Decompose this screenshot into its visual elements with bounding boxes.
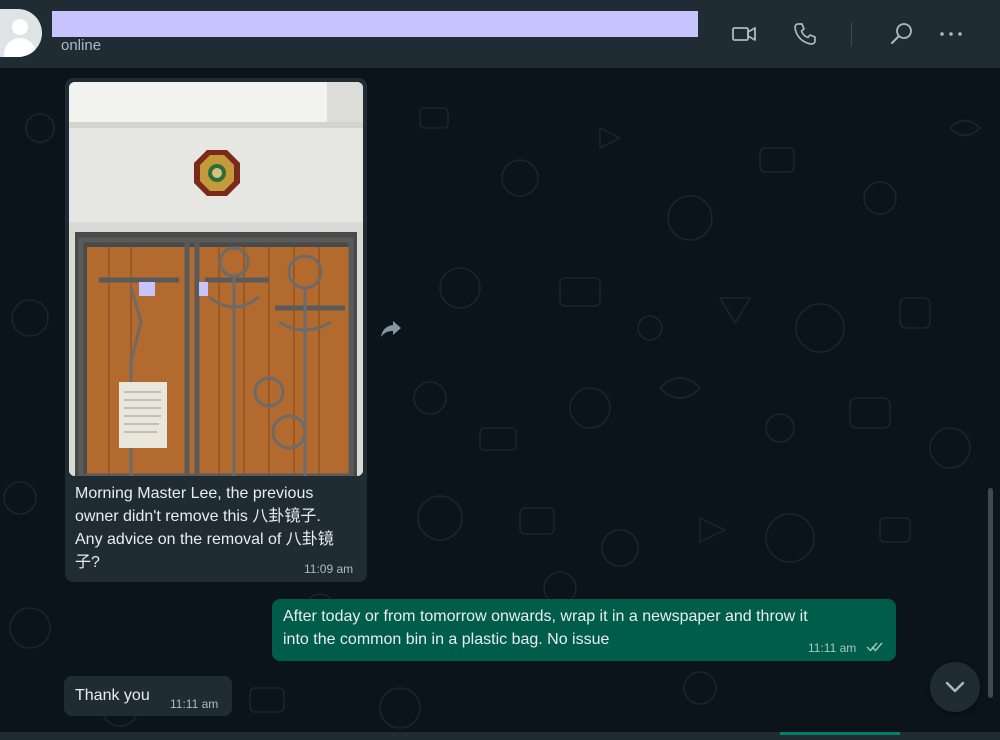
message-line: into the common bin in a plastic bag. No… [283,631,610,648]
message-line: After today or from tomorrow onwards, wr… [283,608,808,625]
message-text: Thank you [75,687,150,704]
avatar-head [12,19,28,35]
caption-line: Any advice on the removal of 八卦镜 [75,531,334,548]
message-photo[interactable] [69,82,363,476]
message-text: After today or from tomorrow onwards, wr… [283,605,883,651]
header-separator [851,22,852,46]
message-time: 11:11 am [808,641,857,655]
avatar-body [4,38,36,57]
outgoing-message[interactable]: After today or from tomorrow onwards, wr… [272,599,896,661]
contact-status: online [61,37,102,54]
caption-line: Morning Master Lee, the previous [75,485,314,502]
double-check-icon [866,642,883,652]
video-call-icon[interactable] [731,21,757,47]
incoming-image-message[interactable]: Morning Master Lee, the previous owner d… [65,78,367,582]
incoming-text-message[interactable]: Thank you 11:11 am [64,676,232,716]
chevron-down-icon [945,681,965,693]
contact-name-redacted[interactable] [52,11,698,37]
chat-scrollbar[interactable] [988,488,993,698]
contact-avatar[interactable] [0,9,42,57]
caption-line: owner didn't remove this 八卦镜子. [75,508,321,525]
message-time: 11:11 am [170,697,219,711]
menu-icon[interactable] [938,21,964,47]
chat-area[interactable]: Morning Master Lee, the previous owner d… [0,68,1000,740]
forward-icon[interactable] [377,314,405,342]
message-time: 11:09 am [304,562,354,576]
scroll-to-bottom-button[interactable] [930,662,980,712]
chat-header: online [0,0,1000,68]
search-icon[interactable] [889,21,915,47]
voice-call-icon[interactable] [792,21,818,47]
composer-accent [780,732,900,735]
message-caption: Morning Master Lee, the previous owner d… [75,482,363,574]
